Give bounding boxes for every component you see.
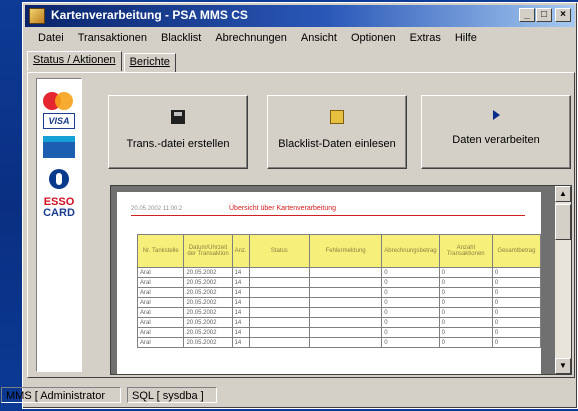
floppy-disk-icon (171, 110, 185, 124)
tab-status-label: Status / Aktionen (33, 54, 116, 66)
open-folder-icon (330, 110, 344, 124)
table-row: Aral 20.05.2002 14 0 0 0 (136, 337, 542, 348)
col-header: Gesamtbetrag (491, 234, 542, 268)
main-window: Kartenverarbeitung - PSA MMS CS _ □ × Da… (1, 2, 578, 409)
title-bar[interactable]: Kartenverarbeitung - PSA MMS CS _ □ × (25, 5, 575, 27)
report-date: 20.05.2002 11:00:2 (131, 206, 183, 212)
report-title: Übersicht über Kartenverarbeitung (229, 205, 337, 212)
menu-bar: Datei Transaktionen Blacklist Abrechnung… (25, 29, 575, 47)
app-icon[interactable] (29, 8, 45, 24)
tab-strip: Status / Aktionen Berichte (27, 51, 178, 73)
tab-status-aktionen[interactable]: Status / Aktionen (27, 51, 122, 71)
menu-blacklist[interactable]: Blacklist (154, 32, 208, 44)
report-table: Nr. Tankstelle Datum/Uhrzeit der Transak… (136, 234, 542, 348)
col-header: Abrechnungsbetrag (381, 234, 440, 268)
close-button[interactable]: × (555, 8, 571, 22)
process-data-button[interactable]: Daten verarbeiten (421, 95, 571, 169)
table-row: Aral 20.05.2002 14 0 0 0 (136, 327, 542, 338)
table-row: Aral 20.05.2002 14 0 0 0 (136, 287, 542, 298)
esso-card-logo: ESSO CARD (43, 196, 75, 219)
status-database: SQL [ sysdba ] (127, 387, 217, 403)
menu-extras[interactable]: Extras (403, 32, 448, 44)
report-divider (131, 215, 525, 216)
report-page: 20.05.2002 11:00:2 Übersicht über Karten… (117, 192, 542, 374)
menu-datei[interactable]: Datei (31, 32, 71, 44)
col-header: Anzahl Transaktionen (438, 234, 493, 268)
visa-logo: VISA (43, 113, 75, 129)
col-header: Anz. (231, 234, 250, 268)
scroll-up-arrow-icon[interactable]: ▲ (555, 186, 571, 202)
table-row: Aral 20.05.2002 14 0 0 0 (136, 307, 542, 318)
diners-logo (43, 169, 75, 189)
col-header: Fehlermeldung (308, 234, 383, 268)
menu-transaktionen[interactable]: Transaktionen (71, 32, 154, 44)
menu-hilfe[interactable]: Hilfe (448, 32, 484, 44)
col-header: Status (248, 234, 310, 268)
maximize-button[interactable]: □ (536, 8, 552, 22)
table-row: Aral 20.05.2002 14 0 0 0 (136, 277, 542, 288)
table-header-row: Nr. Tankstelle Datum/Uhrzeit der Transak… (136, 234, 542, 268)
preview-scrollbar[interactable]: ▲ ▼ (555, 186, 571, 374)
table-row: Aral 20.05.2002 14 0 0 0 (136, 317, 542, 328)
status-user: MMS [ Administrator (1, 387, 121, 403)
card-logos: VISA ESSO CARD (36, 78, 82, 372)
report-preview[interactable]: 20.05.2002 11:00:2 Übersicht über Karten… (110, 185, 572, 375)
scroll-thumb[interactable] (555, 204, 571, 240)
table-row: Aral 20.05.2002 14 0 0 0 (136, 297, 542, 308)
menu-ansicht[interactable]: Ansicht (294, 32, 344, 44)
mastercard-logo (43, 89, 75, 111)
scroll-down-arrow-icon[interactable]: ▼ (555, 358, 571, 374)
status-bar: MMS [ Administrator SQL [ sysdba ] (1, 385, 575, 405)
tab-berichte[interactable]: Berichte (123, 53, 176, 73)
col-header: Datum/Uhrzeit der Transaktion (183, 234, 233, 268)
maestro-logo (43, 136, 75, 158)
menu-abrechnungen[interactable]: Abrechnungen (208, 32, 294, 44)
tab-berichte-label: Berichte (129, 56, 170, 68)
read-blacklist-label: Blacklist-Daten einlesen (278, 138, 396, 150)
menu-optionen[interactable]: Optionen (344, 32, 403, 44)
window-title: Kartenverarbeitung - PSA MMS CS (51, 8, 248, 22)
minimize-button[interactable]: _ (519, 8, 535, 22)
status-panel: VISA ESSO CARD Trans.-datei erstellen Bla… (27, 72, 575, 378)
create-file-label: Trans.-datei erstellen (126, 138, 230, 150)
col-header: Nr. Tankstelle (136, 234, 185, 268)
play-arrow-icon (492, 110, 500, 120)
create-file-button[interactable]: Trans.-datei erstellen (108, 95, 248, 169)
read-blacklist-button[interactable]: Blacklist-Daten einlesen (267, 95, 407, 169)
process-data-label: Daten verarbeiten (452, 134, 540, 146)
table-row: Aral 20.05.2002 14 0 0 0 (136, 267, 542, 278)
